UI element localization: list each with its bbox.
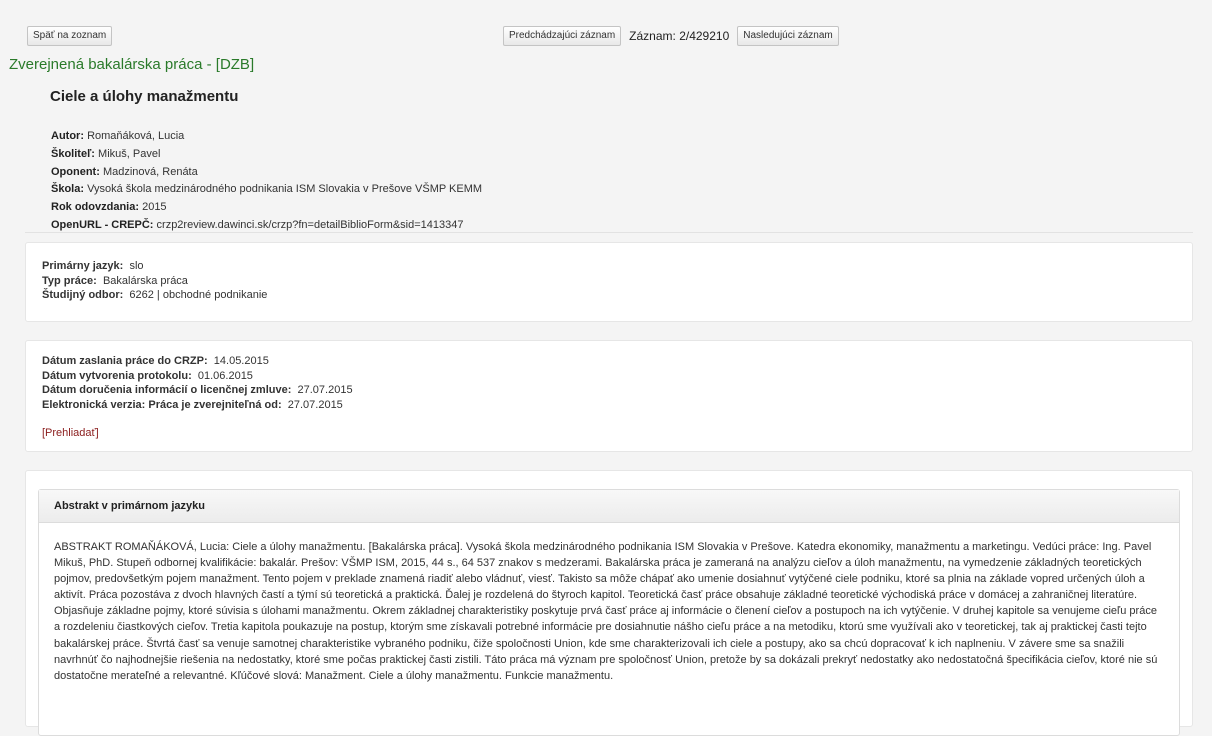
metadata-list: Autor: Romaňáková, Lucia Školiteľ: Mikuš… <box>51 128 482 235</box>
info-label: Typ práce: <box>42 274 97 287</box>
meta-school: Škola: Vysoká škola medzinárodného podni… <box>51 181 482 199</box>
date-label: Dátum doručenia informácií o licenčnej z… <box>42 384 292 396</box>
abstract-text: ABSTRAKT ROMAŇÁKOVÁ, Lucia: Ciele a úloh… <box>54 541 1158 682</box>
meta-value: 2015 <box>142 201 167 214</box>
info-label: Študijný odbor: <box>42 289 124 301</box>
date-value: 01.06.2015 <box>197 369 253 382</box>
info-label: Primárny jazyk: <box>42 260 124 272</box>
thesis-title: Ciele a úlohy manažmentu <box>50 88 239 105</box>
date-value: 14.05.2015 <box>213 355 269 367</box>
basic-info-panel: Primárny jazyk: slo Typ práce: Bakalársk… <box>25 242 1193 322</box>
basic-info-list: Primárny jazyk: slo Typ práce: Bakalársk… <box>42 259 267 303</box>
dates-panel: Dátum zaslania práce do CRZP: 14.05.2015… <box>25 340 1193 452</box>
document-type-heading: Zverejnená bakalárska práca - [DZB] <box>9 56 255 73</box>
basic-language: Primárny jazyk: slo <box>42 259 267 274</box>
basic-study-field: Študijný odbor: 6262 | obchodné podnikan… <box>42 288 267 303</box>
basic-work-type: Typ práce: Bakalárska práca <box>42 274 267 289</box>
meta-supervisor: Školiteľ: Mikuš, Pavel <box>51 146 482 164</box>
title-section: Ciele a úlohy manažmentu Autor: Romaňáko… <box>25 80 1193 233</box>
abstract-heading: Abstrakt v primárnom jazyku <box>39 490 1179 523</box>
date-license: Dátum doručenia informácií o licenčnej z… <box>42 383 353 398</box>
info-value: slo <box>129 260 144 272</box>
meta-value: Vysoká škola medzinárodného podnikania I… <box>87 183 483 196</box>
meta-label: Autor: <box>51 130 84 142</box>
date-label: Elektronická verzia: Práca je zverejnite… <box>42 398 282 411</box>
info-value: Bakalárska práca <box>102 274 188 287</box>
meta-year: Rok odovzdania: 2015 <box>51 199 482 217</box>
abstract-panel: Abstrakt v primárnom jazyku ABSTRAKT ROM… <box>25 470 1193 736</box>
back-to-list-button[interactable]: Späť na zoznam <box>27 26 113 46</box>
next-record-button[interactable]: Nasledujúci záznam <box>737 26 839 46</box>
meta-value: crzp2review.dawinci.sk/crzp?fn=detailBib… <box>156 218 464 231</box>
meta-label: OpenURL - CREPČ: <box>51 218 154 231</box>
meta-author: Autor: Romaňáková, Lucia <box>51 128 482 146</box>
meta-label: Školiteľ: <box>51 147 95 160</box>
date-electronic: Elektronická verzia: Práca je zverejnite… <box>42 398 353 413</box>
date-value: 27.07.2015 <box>287 398 343 411</box>
record-counter: Záznam: 2/429210 <box>629 29 730 43</box>
record-pager: Predchádzajúci záznam Záznam: 2/429210 N… <box>503 26 839 46</box>
dates-list: Dátum zaslania práce do CRZP: 14.05.2015… <box>42 354 353 412</box>
previous-record-button[interactable]: Predchádzajúci záznam <box>503 26 622 46</box>
date-label: Dátum vytvorenia protokolu: <box>42 369 192 382</box>
meta-openurl: OpenURL - CREPČ: crzp2review.dawinci.sk/… <box>51 217 482 235</box>
meta-label: Oponent: <box>51 165 100 178</box>
meta-value: Madzinová, Renáta <box>102 165 198 178</box>
info-value: 6262 | obchodné podnikanie <box>129 289 268 301</box>
preview-link[interactable]: [Prehliadať] <box>42 427 99 439</box>
record-toolbar: Späť na zoznam Predchádzajúci záznam Záz… <box>20 26 1192 46</box>
date-label: Dátum zaslania práce do CRZP: <box>42 355 208 367</box>
date-submitted: Dátum zaslania práce do CRZP: 14.05.2015 <box>42 354 353 369</box>
meta-value: Romaňáková, Lucia <box>87 130 185 142</box>
meta-label: Rok odovzdania: <box>51 201 140 214</box>
meta-value: Mikuš, Pavel <box>98 147 161 160</box>
abstract-box: Abstrakt v primárnom jazyku ABSTRAKT ROM… <box>38 489 1180 736</box>
date-protocol: Dátum vytvorenia protokolu: 01.06.2015 <box>42 369 353 384</box>
date-value: 27.07.2015 <box>297 384 353 396</box>
meta-opponent: Oponent: Madzinová, Renáta <box>51 164 482 182</box>
meta-label: Škola: <box>51 183 85 196</box>
